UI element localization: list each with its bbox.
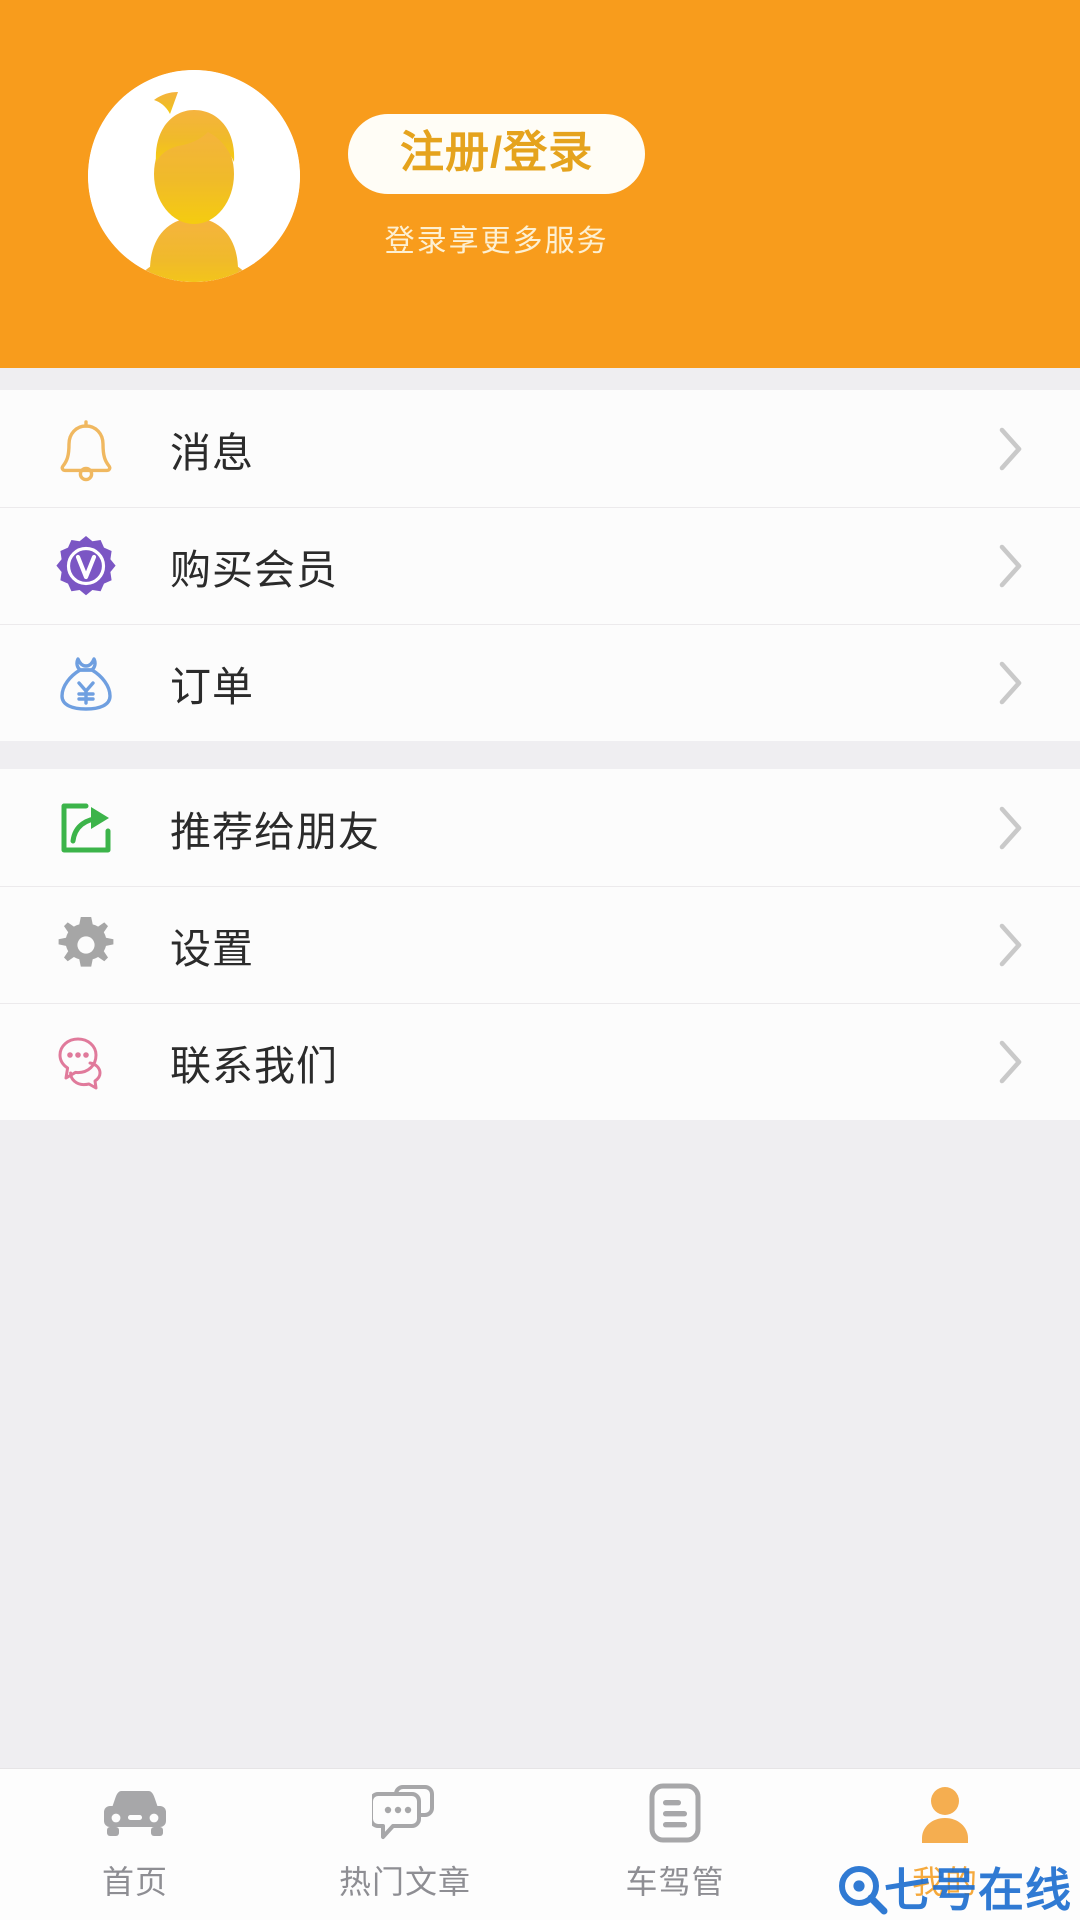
chevron-right-icon [999,544,1022,587]
chevron-right-icon [999,923,1022,966]
default-user-avatar-icon [88,70,300,282]
tab-label: 我的 [911,1863,978,1900]
document-icon [648,1781,702,1845]
header-text-block: 注册/登录 登录享更多服务 [348,70,646,260]
chevron-right-icon [999,427,1022,470]
section-gap-top [0,368,1080,390]
menu-item-share-to-friends[interactable]: 推荐给朋友 [0,769,1080,886]
car-glyph [104,1790,166,1836]
menu-item-messages[interactable]: 消息 [0,390,1080,507]
tab-mine[interactable]: 我的 [810,1769,1080,1920]
car-icon [98,1781,172,1845]
tab-home[interactable]: 首页 [0,1769,270,1920]
document-glyph [649,1783,701,1842]
menu-item-buy-membership[interactable]: 购买会员 [0,507,1080,624]
vip-badge-icon [50,530,122,602]
profile-header: 注册/登录 登录享更多服务 [0,0,1080,368]
person-icon [915,1781,975,1845]
chat-bubbles-icon [50,1026,122,1098]
menu-item-label: 订单 [170,663,254,710]
comment-icon [372,1781,438,1845]
person-glyph [922,1786,968,1843]
chevron-right-icon [999,661,1022,704]
menu-item-label: 联系我们 [170,1042,338,1089]
comment-glyph [372,1784,434,1839]
bell-icon [50,413,122,485]
share-icon [50,792,122,864]
menu-item-label: 设置 [170,925,254,972]
vip-badge-glyph [56,535,116,595]
tab-label: 车驾管 [625,1863,725,1900]
bottom-tab-bar: 首页 热门文章 车驾管 我的 七号在线 [0,1768,1080,1920]
tab-hot-articles[interactable]: 热门文章 [270,1769,540,1920]
menu-item-settings[interactable]: 设置 [0,886,1080,1003]
menu-item-contact-us[interactable]: 联系我们 [0,1003,1080,1120]
menu-group-secondary: 推荐给朋友 设置 联系我们 [0,769,1080,1120]
menu-item-orders[interactable]: 订单 [0,624,1080,741]
section-gap-middle [0,741,1080,769]
menu-item-label: 推荐给朋友 [170,808,380,855]
avatar[interactable] [88,70,300,282]
chevron-right-icon [999,806,1022,849]
tab-vehicle-admin[interactable]: 车驾管 [540,1769,810,1920]
gear-icon [50,909,122,981]
profile-screen: 注册/登录 登录享更多服务 消息 购买会员 订单 推荐给朋友 设置 联系我们 首… [0,0,1080,1920]
menu-item-label: 购买会员 [170,546,338,593]
gear-glyph [58,916,114,967]
empty-content-area [0,1120,1080,1768]
menu-item-label: 消息 [170,429,254,476]
tab-label: 热门文章 [338,1863,471,1900]
register-login-button[interactable]: 注册/登录 [348,114,646,194]
tab-label: 首页 [101,1863,168,1900]
login-subtitle: 登录享更多服务 [384,225,609,258]
money-bag-icon [50,647,122,719]
menu-group-primary: 消息 购买会员 订单 [0,390,1080,741]
chevron-right-icon [999,1040,1022,1083]
